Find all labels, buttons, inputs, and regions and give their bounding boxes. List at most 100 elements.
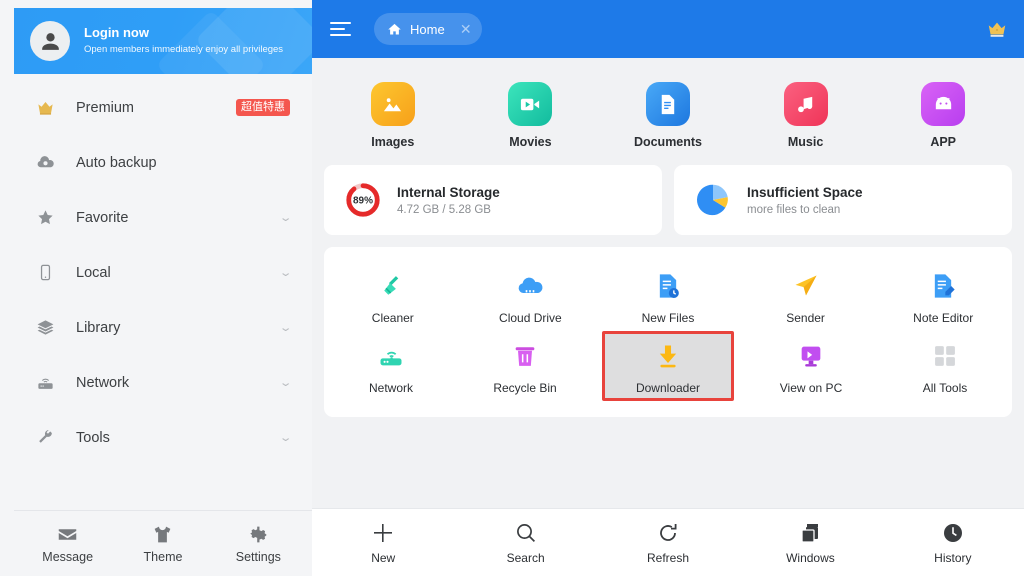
sidebar-item-library[interactable]: Library ⌄ xyxy=(14,300,312,355)
category-label: Images xyxy=(371,135,415,149)
plus-icon xyxy=(374,523,393,542)
sidebar-item-premium[interactable]: Premium 超值特惠 xyxy=(14,80,312,135)
tools-row-1: Cleaner Cloud Drive New Files Sender Not… xyxy=(324,261,1012,331)
sidebar-item-label: Network xyxy=(76,374,130,391)
sidebar-bottom-nav: Message Theme Settings xyxy=(14,510,312,576)
layers-icon xyxy=(36,318,62,337)
bottom-label: History xyxy=(934,550,972,565)
sidebar: Login now Open members immediately enjoy… xyxy=(0,0,312,576)
bottom-search[interactable]: Search xyxy=(454,521,596,565)
sidebar-bottom-message[interactable]: Message xyxy=(20,524,115,564)
windows-stack-icon xyxy=(801,523,819,543)
sidebar-item-label: Favorite xyxy=(76,209,129,226)
category-music[interactable]: Music xyxy=(737,82,875,149)
sidebar-item-label: Library xyxy=(76,319,121,336)
search-icon xyxy=(516,523,535,542)
bottom-history[interactable]: History xyxy=(882,521,1024,565)
sidebar-item-label: Tools xyxy=(76,429,110,446)
card-title: Insufficient Space xyxy=(747,184,863,200)
card-text-group: Insufficient Space more files to clean xyxy=(747,185,863,216)
tool-note-editor[interactable]: Note Editor xyxy=(878,261,1008,331)
crown-icon xyxy=(36,98,62,117)
grid-icon xyxy=(931,339,959,373)
tool-cleaner[interactable]: Cleaner xyxy=(328,261,458,331)
note-edit-icon xyxy=(929,269,957,303)
tool-label: All Tools xyxy=(922,381,968,395)
sidebar-item-network[interactable]: Network ⌄ xyxy=(14,355,312,410)
top-bar: Home ✕ xyxy=(312,0,1024,58)
avatar xyxy=(30,21,70,61)
tool-network[interactable]: Network xyxy=(328,331,454,401)
tool-label: Network xyxy=(368,381,413,395)
category-label: APP xyxy=(930,135,957,149)
status-badge: 超值特惠 xyxy=(236,99,290,116)
category-images[interactable]: Images xyxy=(324,82,462,149)
content-area: Images Movies Documents Music APP 89% In… xyxy=(312,58,1024,508)
paper-plane-icon xyxy=(792,269,820,303)
tools-row-2: Network Recycle Bin Downloader View on P… xyxy=(324,331,1012,401)
crown-icon[interactable] xyxy=(986,18,1008,40)
category-row: Images Movies Documents Music APP xyxy=(324,72,1012,165)
category-movies[interactable]: Movies xyxy=(462,82,600,149)
category-app[interactable]: APP xyxy=(874,82,1012,149)
router-icon xyxy=(36,373,62,392)
tshirt-icon xyxy=(155,526,171,542)
bottom-refresh[interactable]: Refresh xyxy=(597,521,739,565)
phone-icon xyxy=(36,263,62,282)
chevron-down-icon: ⌄ xyxy=(278,377,293,389)
card-internal-storage[interactable]: 89% Internal Storage 4.72 GB / 5.28 GB xyxy=(324,165,662,235)
tool-label: Downloader xyxy=(635,381,701,395)
sidebar-bottom-theme[interactable]: Theme xyxy=(115,524,210,564)
tool-sender[interactable]: Sender xyxy=(741,261,871,331)
category-label: Documents xyxy=(633,135,703,149)
music-note-icon xyxy=(783,82,828,126)
sidebar-item-label: Auto backup xyxy=(76,154,157,171)
image-icon xyxy=(370,82,415,126)
category-documents[interactable]: Documents xyxy=(599,82,737,149)
card-subtitle: 4.72 GB / 5.28 GB xyxy=(397,203,491,216)
bottom-label: Refresh xyxy=(647,550,690,565)
clock-icon xyxy=(943,523,962,542)
card-insufficient-space[interactable]: Insufficient Space more files to clean xyxy=(674,165,1012,235)
tool-recycle-bin[interactable]: Recycle Bin xyxy=(462,331,588,401)
tool-new-files[interactable]: New Files xyxy=(603,261,733,331)
sidebar-item-tools[interactable]: Tools ⌄ xyxy=(14,410,312,465)
main-area: Home ✕ Images Movies Documents Music APP… xyxy=(312,0,1024,576)
cloud-backup-icon xyxy=(36,153,62,172)
login-banner[interactable]: Login now Open members immediately enjoy… xyxy=(14,8,312,74)
card-subtitle: more files to clean xyxy=(747,203,841,216)
chevron-down-icon: ⌄ xyxy=(278,212,293,224)
storage-donut-icon: 89% xyxy=(344,181,382,219)
card-title: Internal Storage xyxy=(397,184,500,200)
bottom-new[interactable]: New xyxy=(312,521,454,565)
close-icon[interactable]: ✕ xyxy=(456,19,476,39)
sidebar-bottom-label: Theme xyxy=(143,549,183,564)
wifi-router-icon xyxy=(377,339,405,373)
hamburger-line xyxy=(330,34,351,36)
gear-icon xyxy=(250,526,267,542)
sidebar-menu: Premium 超值特惠 Auto backup Favorite ⌄ Loca… xyxy=(14,74,312,465)
tool-label: New Files xyxy=(641,311,695,325)
tool-cloud-drive[interactable]: Cloud Drive xyxy=(466,261,596,331)
home-icon xyxy=(388,23,401,34)
bottom-label: New xyxy=(371,550,396,565)
tool-downloader[interactable]: Downloader xyxy=(602,331,734,401)
login-text-group: Login now Open members immediately enjoy… xyxy=(84,25,283,57)
sidebar-bottom-label: Settings xyxy=(235,549,281,564)
tool-all-tools[interactable]: All Tools xyxy=(882,331,1008,401)
tab-home[interactable]: Home ✕ xyxy=(374,13,482,45)
bottom-windows[interactable]: Windows xyxy=(739,521,881,565)
sidebar-item-favorite[interactable]: Favorite ⌄ xyxy=(14,190,312,245)
hamburger-line xyxy=(330,22,351,24)
sidebar-inner: Login now Open members immediately enjoy… xyxy=(14,0,312,576)
tool-label: View on PC xyxy=(779,381,843,395)
sidebar-item-auto-backup[interactable]: Auto backup xyxy=(14,135,312,190)
tool-view-on-pc[interactable]: View on PC xyxy=(748,331,874,401)
sidebar-item-local[interactable]: Local ⌄ xyxy=(14,245,312,300)
hamburger-icon[interactable] xyxy=(330,22,352,36)
sidebar-bottom-settings[interactable]: Settings xyxy=(211,524,306,564)
card-text-group: Internal Storage 4.72 GB / 5.28 GB xyxy=(397,185,500,216)
bottom-label: Windows xyxy=(786,550,835,565)
chevron-down-icon: ⌄ xyxy=(278,267,293,279)
